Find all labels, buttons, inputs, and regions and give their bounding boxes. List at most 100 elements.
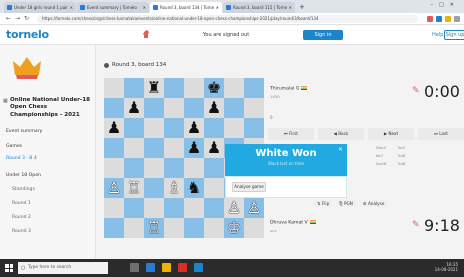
board-square[interactable] (244, 218, 264, 238)
last-move-button[interactable]: ⏭ Last (418, 128, 464, 140)
chess-piece[interactable]: ♟ (107, 120, 121, 136)
sign-up-button[interactable]: Sign up (444, 30, 464, 40)
board-square[interactable] (204, 118, 224, 138)
taskbar-search-input[interactable]: ○ Type here to search (18, 262, 108, 274)
flip-board-button[interactable]: ⇅ Flip (314, 200, 333, 207)
sign-in-button[interactable]: Sign in (303, 30, 343, 40)
board-square[interactable]: ♖ (124, 178, 144, 198)
board-square[interactable] (244, 98, 264, 118)
move-row[interactable]: Dxe4 Ke5 (376, 144, 456, 152)
tab-close-icon[interactable]: ✕ (289, 5, 292, 10)
board-square[interactable]: ♚ (204, 78, 224, 98)
tab-close-icon[interactable]: ✕ (143, 5, 146, 10)
board-square[interactable] (204, 158, 224, 178)
browser-tab-active[interactable]: Round 3, board 134 | Tornelo ✕ (150, 2, 222, 13)
chess-piece[interactable]: ♞ (187, 180, 201, 196)
board-square[interactable]: ♟ (124, 98, 144, 118)
board-square[interactable] (164, 218, 184, 238)
board-square[interactable] (144, 98, 164, 118)
board-square[interactable]: ♖ (144, 218, 164, 238)
board-square[interactable] (124, 218, 144, 238)
board-square[interactable] (204, 198, 224, 218)
extension-icon[interactable] (445, 15, 451, 22)
board-square[interactable] (184, 198, 204, 218)
board-square[interactable]: ♔ (224, 218, 244, 238)
app-icon[interactable] (194, 263, 203, 272)
chess-piece[interactable]: ♜ (147, 80, 161, 96)
board-square[interactable] (104, 198, 124, 218)
board-square[interactable] (184, 98, 204, 118)
windows-start-icon[interactable] (5, 264, 13, 272)
board-square[interactable] (184, 218, 204, 238)
window-controls[interactable]: –□✕ (431, 2, 460, 8)
move-row[interactable]: Ke7 Kd6 (376, 152, 456, 160)
browser-tab[interactable]: Under 18 girls round 1 pairings ✕ (4, 2, 76, 13)
chess-piece[interactable]: ♟ (207, 140, 221, 156)
chess-piece[interactable]: ♟ (127, 100, 141, 116)
new-tab-icon[interactable]: + (299, 2, 305, 13)
sidebar-item-round-1[interactable]: Round 1 (12, 201, 31, 206)
browser-tab[interactable]: Round 3, board 115 | Tornelo ✕ (223, 2, 295, 13)
chess-piece[interactable]: ♖ (147, 220, 161, 236)
analyse-button[interactable]: ⚙ Analyse (359, 200, 388, 207)
chess-piece[interactable]: ♙ (227, 200, 241, 216)
board-square[interactable] (224, 78, 244, 98)
board-square[interactable] (204, 218, 224, 238)
board-square[interactable] (164, 138, 184, 158)
chess-piece[interactable]: ♙ (107, 180, 121, 196)
move-row[interactable]: Dxd6 Kd8 (376, 160, 456, 168)
chess-piece[interactable]: ♟ (187, 140, 201, 156)
board-square[interactable] (144, 198, 164, 218)
board-square[interactable] (204, 178, 224, 198)
board-square[interactable] (104, 138, 124, 158)
board-square[interactable] (164, 118, 184, 138)
system-tray[interactable]: 16:35 14-08-2021 (435, 262, 458, 272)
tornelo-logo[interactable]: tornelo (6, 28, 49, 41)
board-square[interactable] (164, 78, 184, 98)
board-square[interactable] (124, 138, 144, 158)
board-square[interactable] (144, 118, 164, 138)
task-view-icon[interactable] (130, 263, 139, 272)
board-square[interactable] (224, 98, 244, 118)
profile-icon[interactable] (454, 15, 460, 22)
board-square[interactable] (104, 98, 124, 118)
board-square[interactable]: ♟ (204, 98, 224, 118)
board-square[interactable] (144, 178, 164, 198)
board-square[interactable] (224, 118, 244, 138)
tab-close-icon[interactable]: ✕ (70, 5, 73, 10)
board-square[interactable] (144, 138, 164, 158)
board-square[interactable]: ♙ (244, 198, 264, 218)
board-square[interactable] (184, 78, 204, 98)
board-square[interactable]: ♟ (104, 118, 124, 138)
board-square[interactable]: ♜ (144, 78, 164, 98)
sidebar-item-round-2[interactable]: Round 2 (12, 215, 31, 220)
board-square[interactable]: ♟ (204, 138, 224, 158)
help-link[interactable]: Help (432, 32, 443, 38)
file-explorer-icon[interactable] (162, 263, 171, 272)
chess-piece[interactable]: ♖ (127, 180, 141, 196)
chess-piece[interactable]: ♚ (207, 80, 221, 96)
board-square[interactable] (124, 158, 144, 178)
board-square[interactable] (104, 78, 124, 98)
board-square[interactable]: ♗ (164, 178, 184, 198)
board-square[interactable] (124, 198, 144, 218)
next-move-button[interactable]: ▶ Next (368, 128, 414, 140)
sidebar-item-current-board[interactable]: Round 3 · B 4 (6, 156, 37, 161)
board-square[interactable] (164, 158, 184, 178)
chrome-icon[interactable] (178, 263, 187, 272)
board-square[interactable] (104, 218, 124, 238)
chess-piece[interactable]: ♟ (187, 120, 201, 136)
sidebar-item-round-3[interactable]: Round 3 (12, 229, 31, 234)
sidebar-item-games[interactable]: Games (6, 144, 22, 149)
board-square[interactable] (124, 78, 144, 98)
reload-icon[interactable]: ↻ (22, 15, 31, 22)
sidebar-item-section[interactable]: Under 18 Open (6, 173, 41, 178)
board-square[interactable]: ♞ (184, 178, 204, 198)
chess-piece[interactable]: ♟ (207, 100, 221, 116)
board-square[interactable] (124, 118, 144, 138)
chess-piece[interactable]: ♔ (227, 220, 241, 236)
board-square[interactable]: ♟ (184, 138, 204, 158)
board-square[interactable] (184, 158, 204, 178)
sidebar-item-standings[interactable]: Standings (12, 187, 35, 192)
board-square[interactable]: ♙ (104, 178, 124, 198)
